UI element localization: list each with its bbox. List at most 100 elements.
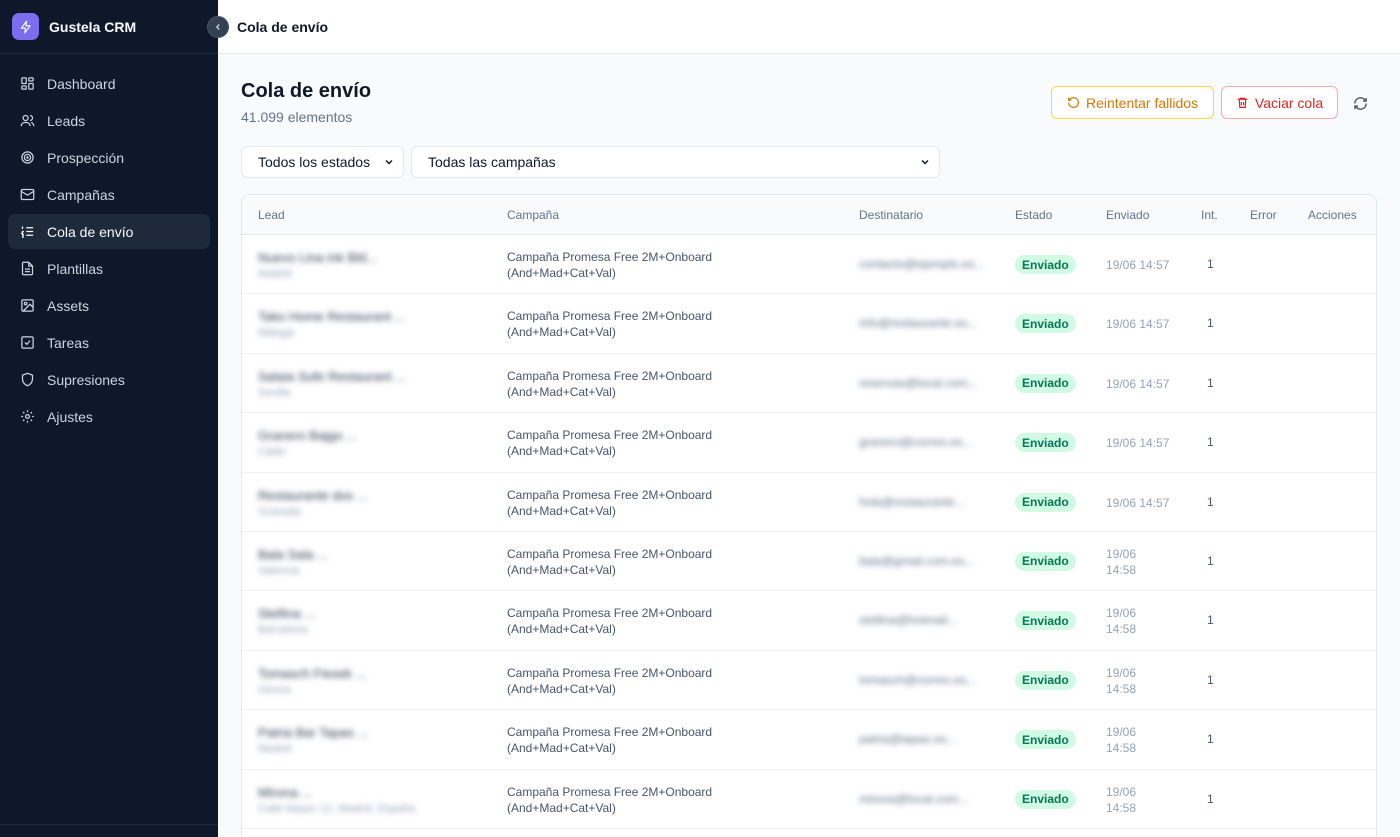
target-icon [20, 150, 35, 165]
table-row[interactable]: Nuevo Lina ink Bld... Madrid Campaña Prome… [242, 235, 1376, 295]
lead-name[interactable]: Tomasch Fiesek ... [258, 666, 366, 681]
table-row[interactable]: Patria Bar Tapas ... Madrid Campaña Promes… [242, 710, 1376, 770]
table-row[interactable]: Restaurante dos ... Granada Campaña Promes… [242, 473, 1376, 532]
column-header-recipient: Destinatario [859, 208, 924, 222]
sidebar-item-prospeccion[interactable]: Prospección [8, 140, 210, 175]
sidebar-item-ajustes[interactable]: Ajustes [8, 399, 210, 434]
dashboard-icon [20, 76, 35, 91]
status-badge: Enviado [1015, 492, 1076, 512]
recipient-email: bala@gmail.com.es... [859, 553, 975, 568]
lead-location: Sevilla [258, 386, 291, 399]
lead-name[interactable]: Bala Sala ... [258, 547, 328, 562]
sidebar-item-label: Campañas [47, 186, 115, 203]
column-header-sent: Enviado [1106, 208, 1150, 222]
status-badge: Enviado [1015, 730, 1076, 750]
campaign-name: Campaña Promesa Free 2M+Onboard (And+Mad… [507, 487, 713, 518]
lead-name[interactable]: Salaia Sufe Restaurant ... [258, 369, 406, 384]
sidebar-item-tareas[interactable]: Tareas [8, 325, 210, 360]
item-count: 41.099 elementos [241, 109, 353, 125]
sent-timestamp: 19/06 14:57 [1106, 258, 1170, 272]
attempt-count: 1 [1207, 553, 1214, 568]
topbar: Cola de envío [218, 0, 1400, 54]
brand[interactable]: Gustela CRM [0, 0, 218, 54]
lead-name[interactable]: Mirona ... [258, 785, 312, 800]
recipient-email: info@restaurante.es... [859, 316, 978, 331]
users-icon [20, 113, 35, 128]
lead-location: Málaga [258, 327, 295, 340]
table-row[interactable]: Salaia Sufe Restaurant ... Sevilla Campaña… [242, 354, 1376, 414]
gear-icon [20, 409, 35, 424]
table-row[interactable]: Granero Bajgo ... Cádiz Campaña Promesa Fr… [242, 413, 1376, 473]
column-header-status: Estado [1015, 208, 1053, 222]
status-filter-select[interactable]: Todos los estados [241, 146, 404, 178]
sidebar-item-label: Ajustes [47, 408, 93, 425]
campaign-name: Campaña Promesa Free 2M+Onboard (And+Mad… [507, 546, 713, 577]
recipient-email: reservas@local.com... [859, 375, 978, 390]
retry-failed-button[interactable]: Reintentar fallidos [1051, 86, 1214, 119]
attempt-count: 1 [1207, 732, 1214, 747]
sidebar-item-label: Leads [47, 112, 86, 129]
campaign-name: Campaña Promesa Free 2M+Onboard (And+Mad… [507, 368, 713, 399]
campaign-name: Campaña Promesa Free 2M+Onboard (And+Mad… [507, 784, 713, 815]
recipient-email: stellina@hotmail... [859, 613, 958, 628]
sidebar-item-label: Assets [47, 297, 90, 314]
sent-timestamp: 19/06 14:57 [1106, 317, 1170, 332]
lead-location: Madrid [258, 268, 292, 280]
topbar-title: Cola de envío [237, 18, 329, 35]
sidebar-item-label: Dashboard [47, 75, 116, 92]
rotate-ccw-icon [1067, 97, 1079, 108]
status-badge: Enviado [1015, 789, 1076, 809]
attempt-count: 1 [1207, 257, 1214, 271]
sidebar-item-label: Tareas [47, 334, 90, 351]
lead-name[interactable]: Stellina ... [258, 606, 315, 621]
sidebar-item-cola-de-envio[interactable]: Cola de envío [8, 214, 210, 249]
lead-location: Cádiz [258, 446, 287, 459]
status-filter-value: Todos los estados [258, 154, 371, 170]
table-header: Lead Campaña Destinatario Estado Enviado… [242, 195, 1376, 235]
sidebar-collapse-button[interactable] [207, 16, 229, 38]
table-row[interactable]: Stellina ... Barcelona Campaña Promesa Fre… [242, 591, 1376, 651]
sidebar-item-supresiones[interactable]: Supresiones [8, 362, 210, 397]
table-row[interactable]: Bala Sala ... Valencia Campaña Promesa Fre… [242, 532, 1376, 592]
campaign-filter-value: Todas las campañas [428, 154, 556, 170]
clear-queue-button[interactable]: Vaciar cola [1221, 86, 1338, 119]
page-title: Cola de envío [241, 80, 372, 102]
lightning-icon [12, 13, 39, 40]
table-row[interactable]: Tomasch Fiesek ... Girona Campaña Promesa … [242, 651, 1376, 711]
table-row[interactable]: Tako Home Restaurant ... Málaga Campaña Pr… [242, 294, 1376, 354]
column-header-attempts: Int. [1201, 208, 1218, 222]
sent-timestamp: 19/06 14:58 [1106, 665, 1137, 696]
attempt-count: 1 [1207, 791, 1214, 806]
lead-name[interactable]: Restaurante dos ... [258, 488, 368, 503]
lead-location: Calle Mayor 12, Madrid, España [258, 802, 416, 815]
lead-name[interactable]: Tako Home Restaurant ... [258, 309, 405, 324]
lead-name[interactable]: Granero Bajgo ... [258, 428, 357, 443]
lead-location: Madrid [258, 743, 292, 756]
status-badge: Enviado [1015, 551, 1076, 571]
lead-name[interactable]: Nuevo Lina ink Bld... [258, 250, 377, 265]
lead-location: Valencia [258, 564, 300, 577]
column-header-error: Error [1250, 208, 1277, 222]
status-badge: Enviado [1015, 373, 1076, 393]
main-content: Cola de envío 41.099 elementos Reintenta… [218, 54, 1400, 837]
sidebar-item-dashboard[interactable]: Dashboard [8, 66, 210, 101]
campaign-filter-select[interactable]: Todas las campañas [411, 146, 940, 178]
sidebar-item-campanas[interactable]: Campañas [8, 177, 210, 212]
sidebar-item-assets[interactable]: Assets [8, 288, 210, 323]
status-badge: Enviado [1015, 314, 1076, 334]
refresh-button[interactable] [1349, 92, 1371, 114]
attempt-count: 1 [1207, 316, 1214, 331]
image-icon [20, 298, 35, 313]
retry-failed-label: Reintentar fallidos [1085, 94, 1199, 111]
lead-location: Barcelona [258, 624, 308, 637]
sidebar-item-leads[interactable]: Leads [8, 103, 210, 138]
lead-location: Girona [258, 683, 292, 696]
recipient-email: patria@tapas.es... [859, 732, 957, 747]
chevron-left-icon [215, 24, 220, 30]
lead-name[interactable]: Patria Bar Tapas ... [258, 725, 368, 740]
sidebar-item-plantillas[interactable]: Plantillas [8, 251, 210, 286]
column-header-campaign: Campaña [507, 208, 560, 222]
shield-icon [20, 372, 35, 387]
attempt-count: 1 [1207, 435, 1214, 450]
table-row[interactable]: Mirona ... Calle Mayor 12, Madrid, España… [242, 770, 1376, 829]
